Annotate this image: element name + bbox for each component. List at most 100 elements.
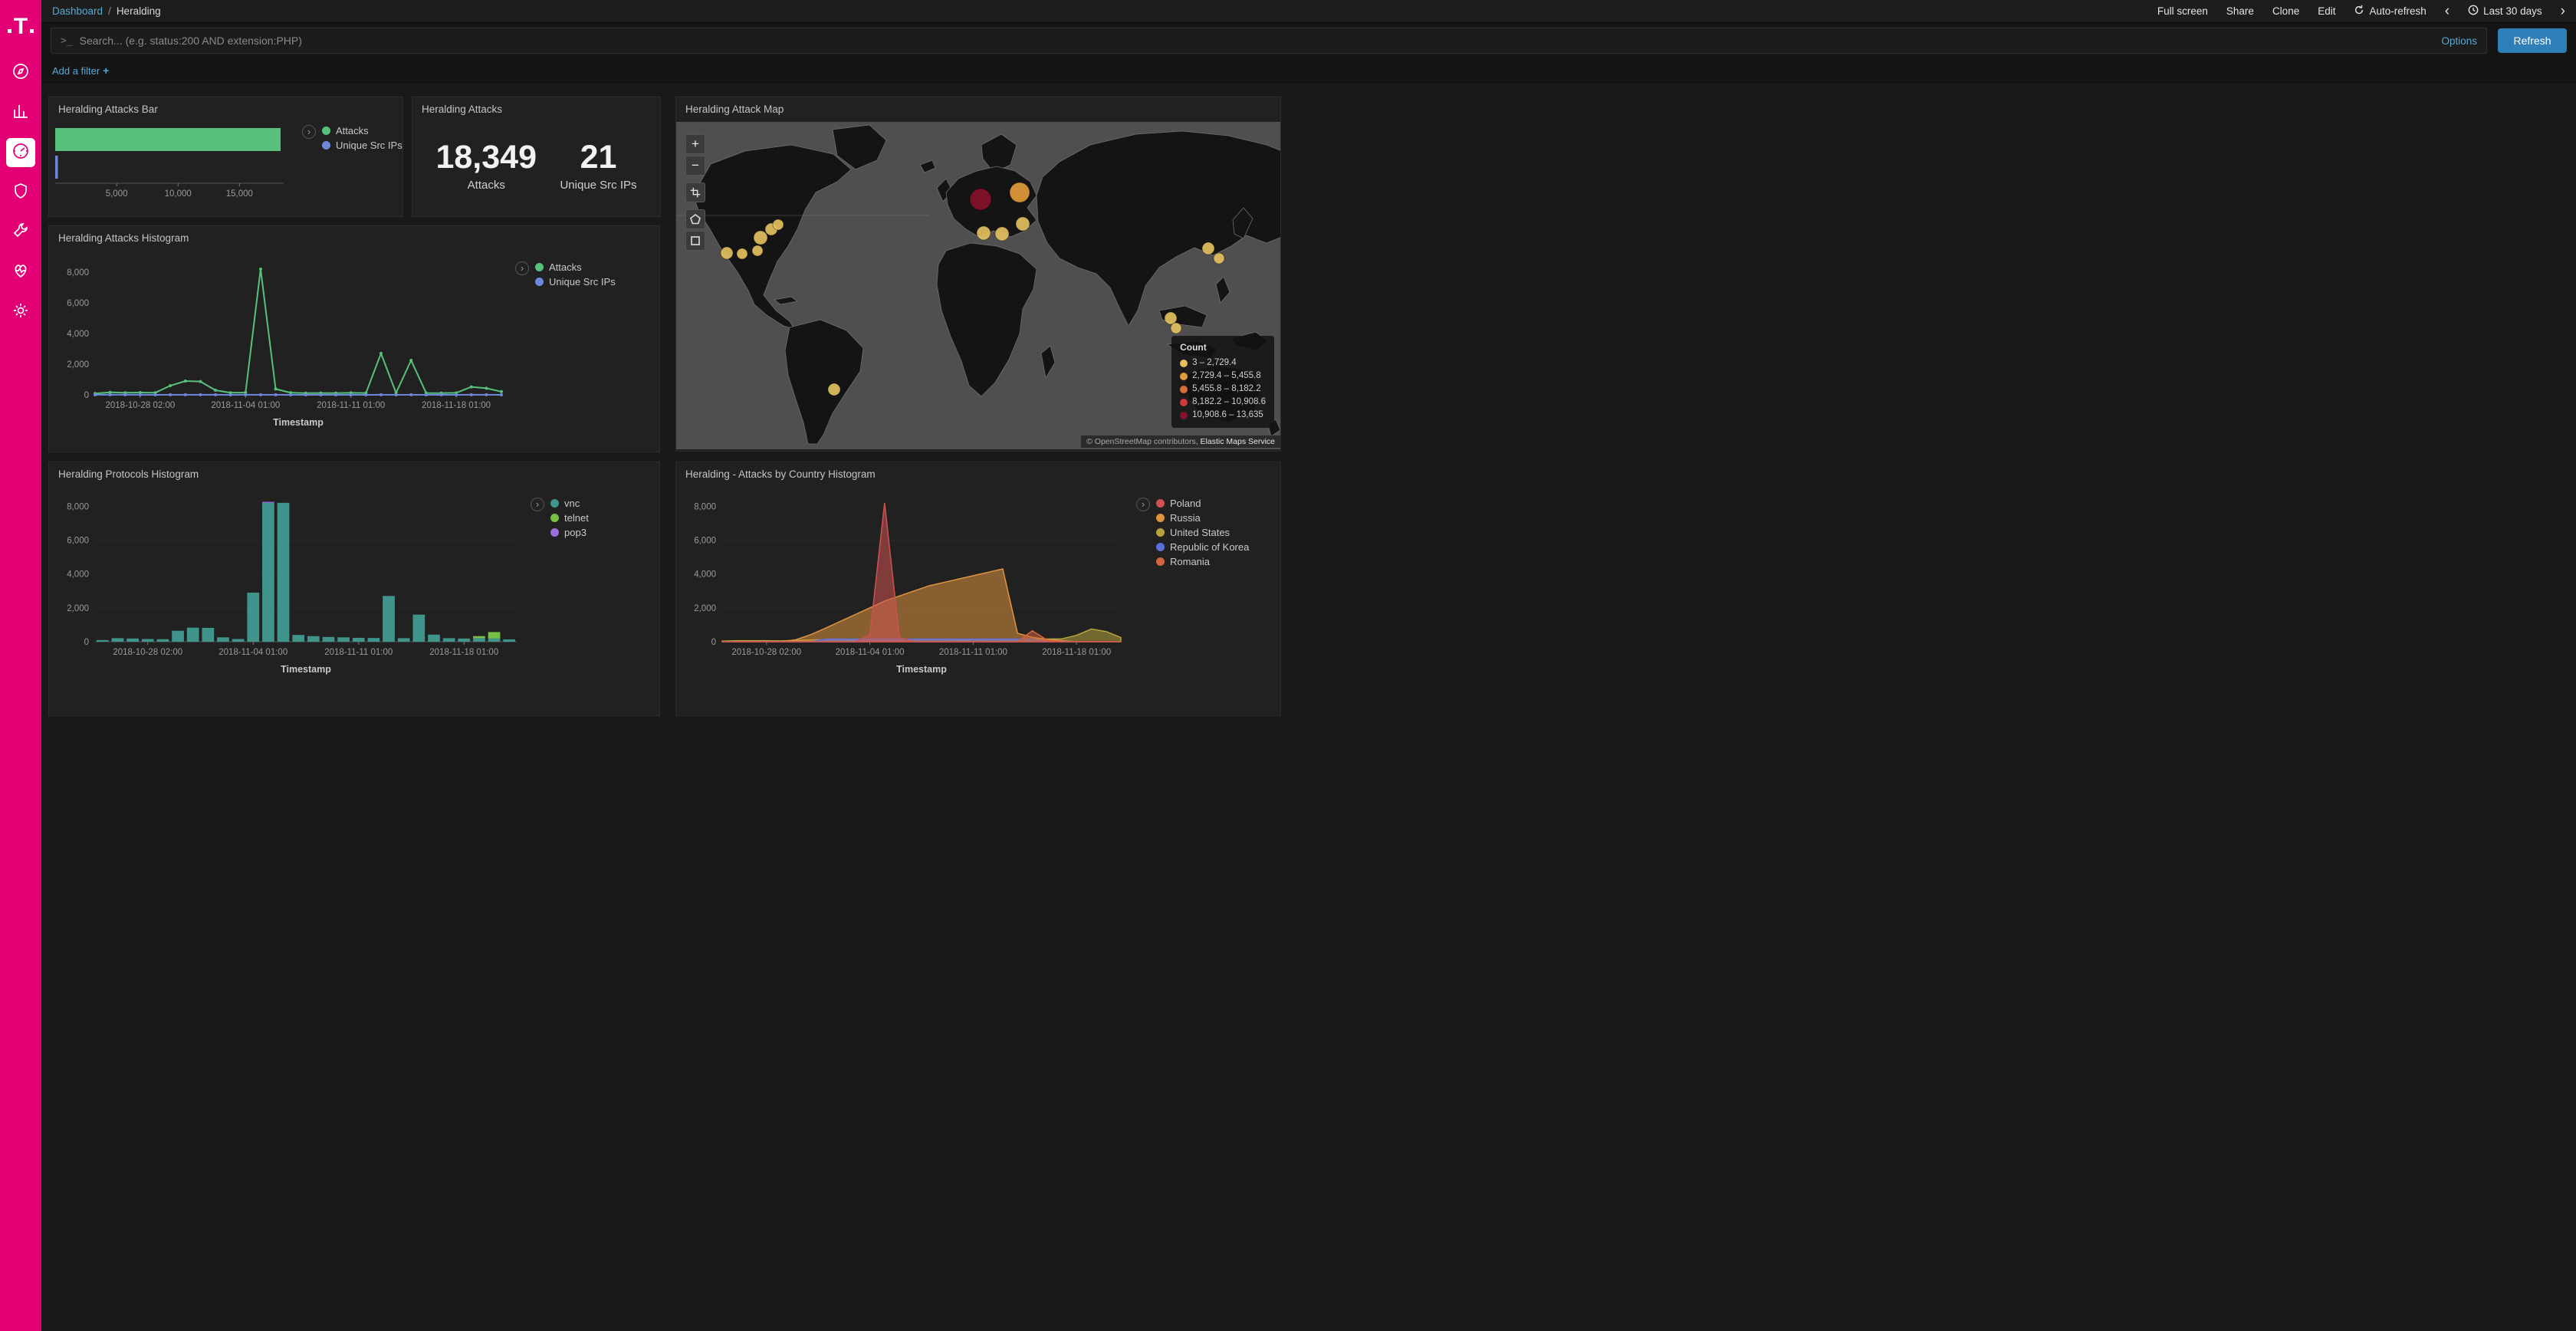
sidebar-item-visualize[interactable] (6, 98, 35, 127)
bar-vnc[interactable] (383, 596, 395, 642)
panel-title[interactable]: Heralding Attacks Bar (49, 97, 402, 122)
legend-item-united-states[interactable]: United States (1156, 527, 1249, 538)
legend-item-poland[interactable]: Poland (1156, 498, 1249, 509)
attack-map-marker[interactable] (737, 248, 748, 259)
full-screen-button[interactable]: Full screen (2157, 5, 2208, 17)
legend-toggle-icon[interactable]: › (1136, 498, 1150, 511)
legend-toggle-icon[interactable]: › (302, 125, 316, 139)
hbar-attacks[interactable] (55, 128, 281, 151)
bar-vnc[interactable] (187, 628, 199, 642)
sidebar-item-discover[interactable] (6, 58, 35, 87)
bar-telnet[interactable] (473, 636, 485, 639)
attack-map-marker[interactable] (752, 245, 763, 256)
legend-item-unique-src-ips[interactable]: Unique Src IPs (535, 276, 616, 288)
sidebar-item-management[interactable] (6, 297, 35, 327)
panel-title[interactable]: Heralding Protocols Histogram (49, 462, 659, 487)
bar-telnet[interactable] (488, 632, 501, 638)
bar-vnc[interactable] (112, 638, 124, 642)
sidebar-item-dashboard[interactable] (6, 138, 35, 167)
sidebar-item-monitoring[interactable] (6, 258, 35, 287)
bar-vnc[interactable] (232, 639, 245, 642)
hbar-unique-src-ips[interactable] (55, 156, 58, 179)
bar-vnc[interactable] (97, 640, 109, 642)
legend-item-pop3[interactable]: pop3 (550, 527, 589, 538)
auto-refresh-button[interactable]: Auto-refresh (2354, 5, 2426, 18)
time-forward-arrow[interactable]: › (2561, 4, 2565, 18)
time-back-arrow[interactable]: ‹ (2445, 4, 2450, 18)
attack-map-marker[interactable] (1202, 242, 1214, 255)
legend-item-romania[interactable]: Romania (1156, 556, 1249, 567)
attack-map-marker[interactable] (1171, 323, 1181, 334)
bar-vnc[interactable] (337, 637, 350, 642)
bar-vnc[interactable] (262, 503, 274, 642)
query-options-link[interactable]: Options (2441, 35, 2477, 47)
map-zoom-in-button[interactable]: + (685, 134, 705, 154)
bar-vnc[interactable] (323, 637, 335, 642)
legend-item-republic-of-korea[interactable]: Republic of Korea (1156, 541, 1249, 553)
openstreetmap-link[interactable]: © OpenStreetMap (1086, 437, 1152, 446)
bar-vnc[interactable] (292, 635, 304, 642)
sidebar-item-devtools[interactable] (6, 218, 35, 247)
area-russia[interactable] (722, 569, 1121, 642)
sidebar-item-security[interactable] (6, 178, 35, 207)
panel-title[interactable]: Heralding Attacks (412, 97, 660, 122)
bar-vnc[interactable] (458, 639, 470, 642)
legend-item-vnc[interactable]: vnc (550, 498, 589, 509)
attack-map-marker[interactable] (970, 189, 991, 210)
add-filter-link[interactable]: Add a filter+ (52, 64, 109, 77)
attack-map-marker[interactable] (721, 247, 733, 259)
map-zoom-out-button[interactable]: − (685, 156, 705, 176)
attack-map-marker[interactable] (1165, 312, 1177, 324)
bar-vnc[interactable] (157, 639, 169, 642)
map-draw-rectangle-button[interactable] (685, 231, 705, 251)
attack-map-marker[interactable] (828, 383, 840, 396)
attack-map-marker[interactable] (1016, 217, 1030, 231)
bar-vnc[interactable] (217, 637, 229, 642)
bar-pop3[interactable] (262, 502, 274, 503)
bar-vnc[interactable] (127, 639, 139, 642)
attack-map-marker[interactable] (754, 231, 767, 245)
bar-vnc[interactable] (473, 638, 485, 642)
bar-vnc[interactable] (307, 636, 320, 642)
map-fit-bounds-button[interactable] (685, 182, 705, 202)
map-draw-polygon-button[interactable] (685, 209, 705, 229)
legend-toggle-icon[interactable]: › (515, 261, 529, 275)
world-map[interactable]: + − Count 3 – 2,729.42,729.4 – 5,455.85,… (676, 122, 1281, 449)
series-line-attacks[interactable] (95, 269, 501, 393)
legend-item-unique-src-ips[interactable]: Unique Src IPs (322, 140, 402, 151)
panel-title[interactable]: Heralding - Attacks by Country Histogram (676, 462, 1280, 487)
bar-vnc[interactable] (202, 628, 214, 642)
legend-item-russia[interactable]: Russia (1156, 512, 1249, 524)
bar-vnc[interactable] (412, 615, 425, 642)
attack-map-marker[interactable] (773, 219, 784, 230)
attack-map-marker[interactable] (995, 227, 1009, 241)
bar-vnc[interactable] (503, 639, 515, 642)
attack-map-marker[interactable] (1010, 182, 1030, 202)
bar-vnc[interactable] (398, 638, 410, 642)
bar-vnc[interactable] (142, 639, 154, 642)
panel-title[interactable]: Heralding Attack Map (676, 97, 1280, 122)
bar-vnc[interactable] (172, 631, 184, 642)
edit-button[interactable]: Edit (2318, 5, 2335, 17)
breadcrumb-dashboard[interactable]: Dashboard (52, 5, 103, 17)
bar-vnc[interactable] (428, 635, 440, 642)
bar-vnc[interactable] (353, 638, 365, 642)
legend-item-attacks[interactable]: Attacks (535, 261, 616, 273)
bar-vnc[interactable] (443, 638, 455, 642)
bar-vnc[interactable] (368, 638, 380, 642)
panel-title[interactable]: Heralding Attacks Histogram (49, 226, 659, 251)
legend-toggle-icon[interactable]: › (531, 498, 544, 511)
search-input[interactable] (80, 35, 2435, 47)
time-range-picker[interactable]: Last 30 days (2468, 5, 2542, 18)
legend-item-attacks[interactable]: Attacks (322, 125, 402, 136)
bar-vnc[interactable] (488, 639, 501, 642)
attack-map-marker[interactable] (977, 226, 991, 240)
share-button[interactable]: Share (2226, 5, 2254, 17)
bar-vnc[interactable] (278, 503, 290, 642)
clone-button[interactable]: Clone (2272, 5, 2299, 17)
legend-item-telnet[interactable]: telnet (550, 512, 589, 524)
refresh-button[interactable]: Refresh (2498, 28, 2567, 53)
attack-map-marker[interactable] (1214, 253, 1224, 264)
elastic-maps-service-link[interactable]: Elastic Maps Service (1201, 437, 1275, 446)
bar-vnc[interactable] (247, 593, 259, 642)
